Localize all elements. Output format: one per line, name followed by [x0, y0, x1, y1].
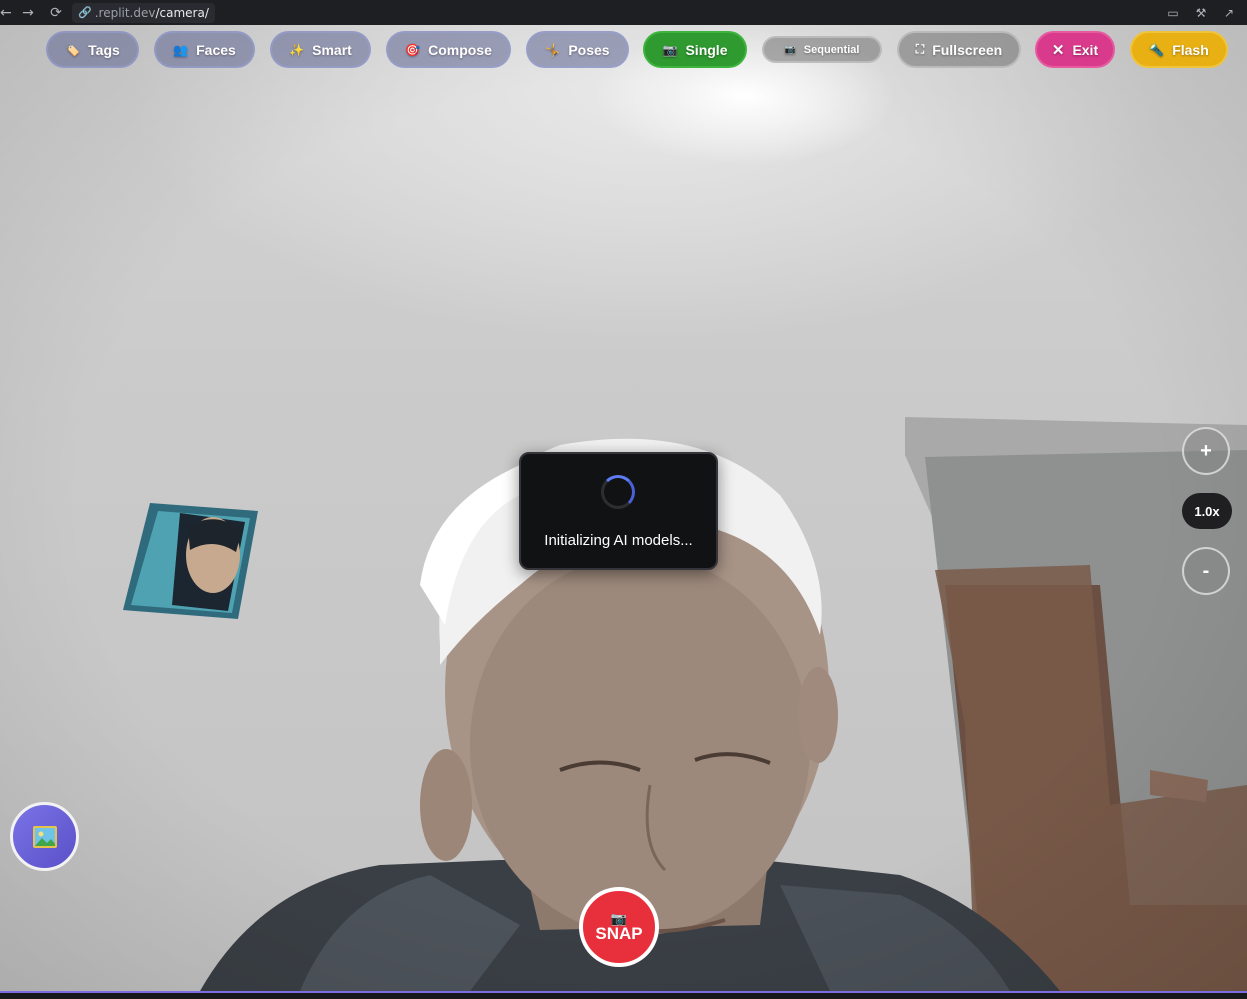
tags-button[interactable]: 🏷️ Tags — [46, 31, 139, 68]
plus-icon: + — [1200, 439, 1212, 462]
tags-label: Tags — [88, 41, 120, 58]
zoom-level: 1.0x — [1182, 493, 1232, 529]
fullscreen-label: Fullscreen — [932, 41, 1003, 58]
gallery-button[interactable] — [10, 802, 79, 871]
sequential-mode-button[interactable]: 📷 Sequential — [762, 36, 882, 63]
single-mode-button[interactable]: 📷 Single — [643, 31, 747, 68]
smart-label: Smart — [312, 41, 352, 58]
loading-text: Initializing AI models... — [544, 532, 693, 549]
faces-label: Faces — [196, 41, 236, 58]
browser-toolbar: ← → ⟳ 🔗 .replit.dev/camera/ ▭ ⚒ ↗ — [0, 0, 1247, 25]
flash-button[interactable]: 🔦 Flash — [1130, 31, 1228, 68]
devices-icon[interactable]: ▭ — [1161, 2, 1185, 24]
sparkles-icon: ✨ — [289, 42, 305, 57]
address-bar[interactable]: 🔗 .replit.dev/camera/ — [72, 2, 215, 23]
spinner-icon — [601, 475, 635, 509]
snap-label: SNAP — [595, 923, 643, 943]
zoom-in-button[interactable]: + — [1182, 427, 1230, 475]
close-icon: ✕ — [1051, 41, 1065, 59]
tag-icon: 🏷️ — [65, 42, 81, 57]
camera-icon: 📷 — [784, 44, 796, 54]
zoom-out-button[interactable]: - — [1182, 547, 1230, 595]
camera-icon: 📷 — [662, 42, 678, 57]
link-icon: 🔗 — [78, 6, 92, 19]
reload-icon[interactable]: ⟳ — [42, 0, 70, 25]
snap-button[interactable]: 📷 SNAP — [579, 887, 659, 967]
wrench-icon[interactable]: ⚒ — [1189, 2, 1213, 24]
smart-button[interactable]: ✨ Smart — [270, 31, 371, 68]
faces-icon: 👥 — [173, 42, 189, 57]
exit-label: Exit — [1072, 41, 1099, 58]
flash-label: Flash — [1172, 41, 1209, 58]
target-icon: 🎯 — [405, 42, 421, 57]
image-gallery-icon — [32, 825, 57, 848]
sequential-label: Sequential — [803, 43, 860, 56]
compose-button[interactable]: 🎯 Compose — [386, 31, 511, 68]
back-icon[interactable]: ← — [0, 0, 14, 25]
poses-label: Poses — [568, 41, 610, 58]
bottom-strip — [0, 993, 1247, 999]
url-domain: .replit.dev — [94, 5, 156, 20]
url-path: /camera/ — [155, 5, 209, 20]
fullscreen-button[interactable]: ⛶ Fullscreen — [897, 31, 1021, 68]
poses-button[interactable]: 🤸 Poses — [526, 31, 629, 68]
flashlight-icon: 🔦 — [1149, 42, 1165, 57]
fullscreen-icon: ⛶ — [915, 42, 925, 56]
minus-icon: - — [1202, 559, 1210, 582]
pose-icon: 🤸 — [545, 42, 561, 57]
forward-icon[interactable]: → — [14, 0, 42, 25]
compose-label: Compose — [428, 41, 492, 58]
open-external-icon[interactable]: ↗ — [1217, 2, 1241, 24]
faces-button[interactable]: 👥 Faces — [154, 31, 255, 68]
camera-toolbar: 🏷️ Tags 👥 Faces ✨ Smart 🎯 Compose 🤸 Pose… — [0, 31, 1247, 69]
exit-button[interactable]: ✕ Exit — [1035, 31, 1115, 68]
camera-icon: 📷 — [610, 910, 628, 926]
loading-panel: Initializing AI models... — [519, 452, 718, 570]
single-label: Single — [685, 41, 728, 58]
